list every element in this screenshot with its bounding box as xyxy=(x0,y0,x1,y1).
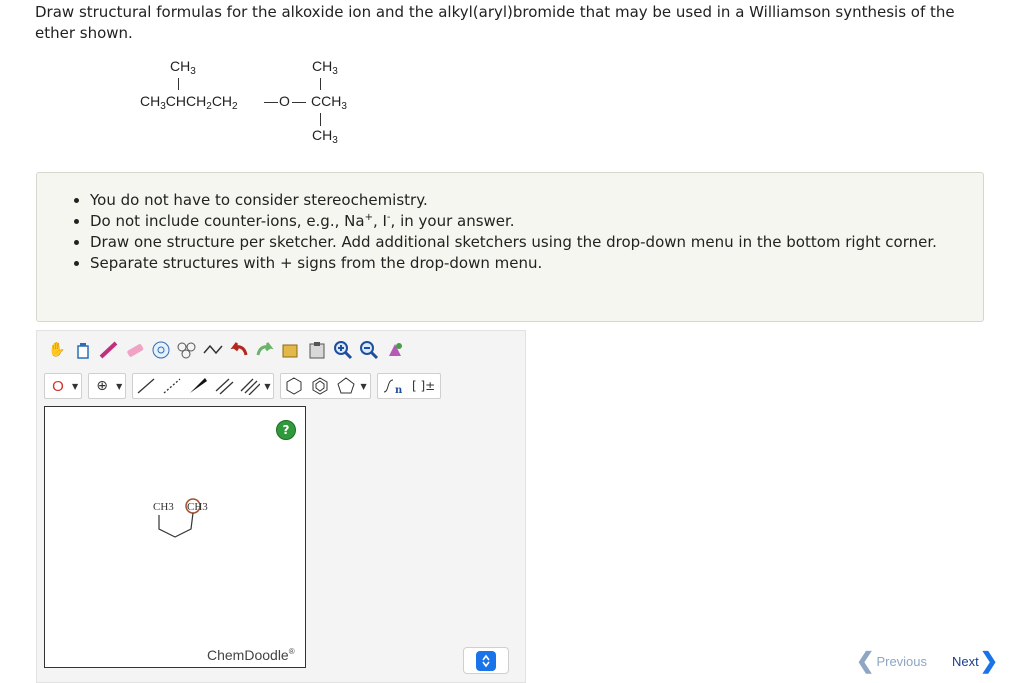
drawing-canvas[interactable]: ? CH3 CH3 ChemDoodle® xyxy=(44,406,306,668)
cyclohexane-icon[interactable] xyxy=(283,375,305,397)
formula-main-chain: CH3CHCH2CH2 xyxy=(140,93,238,112)
charge-selector[interactable]: ⊕ ▼ xyxy=(88,373,127,399)
extras-selector: n [ ]± xyxy=(376,373,441,399)
svg-text:n: n xyxy=(395,385,403,396)
chevron-right-icon: ❯ xyxy=(979,648,999,673)
toolbar-row-1: ✋ xyxy=(46,339,410,361)
chevron-down-icon[interactable]: ▼ xyxy=(116,382,122,391)
chevron-down-icon[interactable]: ▼ xyxy=(264,382,270,391)
note-item: Draw one structure per sketcher. Add add… xyxy=(90,232,983,253)
toolbar-row-2: O ▼ ⊕ ▼ ▼ ▼ n []± xyxy=(44,373,447,399)
chevron-down-icon[interactable]: ▼ xyxy=(360,382,366,391)
ring-template-icon[interactable] xyxy=(150,339,172,361)
canvas-atom-label: CH3 xyxy=(153,501,174,513)
clean-icon[interactable] xyxy=(384,339,406,361)
zoom-out-icon[interactable] xyxy=(358,339,380,361)
zoom-in-icon[interactable] xyxy=(332,339,354,361)
ring-selector: ▼ xyxy=(280,373,371,399)
note-item: Separate structures with + signs from th… xyxy=(90,253,983,274)
paste-icon[interactable] xyxy=(306,339,328,361)
eraser-bottle-icon[interactable] xyxy=(72,339,94,361)
eraser-icon[interactable] xyxy=(124,339,146,361)
formula-right-carbon: CCH3 xyxy=(311,93,347,112)
pencil-icon[interactable] xyxy=(98,339,120,361)
instructions-box: You do not have to consider stereochemis… xyxy=(36,172,984,322)
ether-structure: CH3 CH3 CH3CHCH2CH2 O CCH3 CH3 xyxy=(130,55,390,155)
previous-button[interactable]: ❮ Previous xyxy=(856,648,928,673)
formula-top-right-methyl: CH3 xyxy=(312,58,338,77)
undo-icon[interactable] xyxy=(228,339,250,361)
chevron-down-icon[interactable]: ▼ xyxy=(72,382,78,391)
chain-icon[interactable] xyxy=(202,339,224,361)
chemdoodle-sketcher: ✋ O ▼ ⊕ ▼ ▼ ▼ n []± ? CH3 CH3 ChemDoodl… xyxy=(36,330,526,683)
next-button[interactable]: Next ❯ xyxy=(952,648,999,673)
pentagon-icon[interactable] xyxy=(335,375,357,397)
hand-icon[interactable]: ✋ xyxy=(46,339,68,361)
previous-label: Previous xyxy=(876,653,928,669)
add-sketcher-select[interactable] xyxy=(463,647,509,674)
single-bond-icon[interactable] xyxy=(135,375,157,397)
atom-map-icon[interactable] xyxy=(176,339,198,361)
canvas-structure: CH3 CH3 xyxy=(153,498,208,538)
select-arrows-icon[interactable] xyxy=(476,650,496,671)
double-bond-icon[interactable] xyxy=(213,375,235,397)
redo-icon[interactable] xyxy=(254,339,276,361)
charge-button[interactable]: ⊕ xyxy=(91,375,113,397)
bracket-icon[interactable]: [ ]± xyxy=(410,375,438,397)
wedge-bond-icon[interactable] xyxy=(187,375,209,397)
hash-bond-icon[interactable] xyxy=(161,375,183,397)
next-label: Next xyxy=(952,653,979,669)
benzene-icon[interactable] xyxy=(309,375,331,397)
formula-top-left-methyl: CH3 xyxy=(170,58,196,77)
canvas-atom-label: CH3 xyxy=(187,501,208,513)
sgroup-icon[interactable]: n xyxy=(380,375,406,397)
note-item: You do not have to consider stereochemis… xyxy=(90,190,983,211)
question-text: Draw structural formulas for the alkoxid… xyxy=(35,3,955,42)
copy-icon[interactable] xyxy=(280,339,302,361)
element-button[interactable]: O xyxy=(47,375,69,397)
bond-selector: ▼ xyxy=(132,373,275,399)
triple-bond-icon[interactable] xyxy=(239,375,261,397)
formula-bottom-methyl: CH3 xyxy=(312,127,338,146)
chevron-left-icon: ❮ xyxy=(856,648,875,673)
note-item: Do not include counter-ions, e.g., Na+, … xyxy=(90,211,983,232)
formula-oxygen: O xyxy=(279,93,290,109)
element-selector[interactable]: O ▼ xyxy=(44,373,83,399)
chemdoodle-logo: ChemDoodle® xyxy=(207,647,295,663)
